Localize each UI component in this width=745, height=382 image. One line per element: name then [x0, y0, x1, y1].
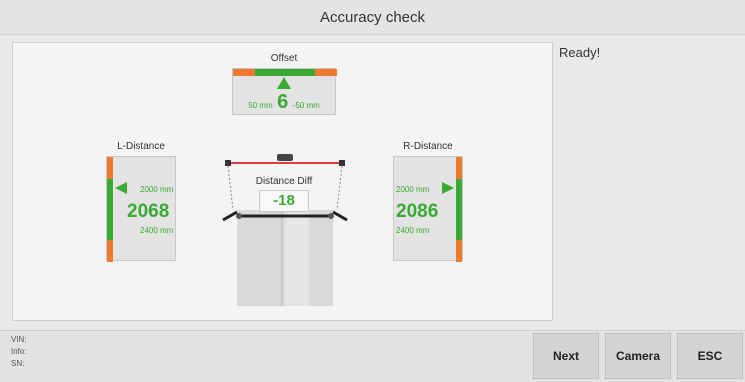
right-distance-label: R-Distance	[403, 141, 453, 152]
distance-diff-label: Distance Diff	[255, 176, 313, 187]
right-distance-max: 2400 mm	[396, 226, 430, 235]
offset-bar-left-warn	[233, 69, 255, 76]
offset-value: 6	[277, 91, 289, 113]
right-bar-bottom-warn	[456, 240, 462, 262]
right-distance-gauge: 2000 mm 2086 2400 mm	[393, 156, 463, 262]
left-distance-label: L-Distance	[117, 141, 165, 152]
status-text: Ready!	[559, 45, 601, 60]
offset-readout: 50 mm 6 -50 mm	[233, 91, 335, 114]
beam-right-end	[339, 160, 345, 166]
offset-bar-ok	[255, 69, 315, 76]
track-divider	[281, 210, 283, 306]
left-distance-min: 2000 mm	[140, 185, 174, 194]
left-notch-icon	[113, 202, 118, 216]
left-clamp	[222, 210, 238, 222]
distance-diff-value: -18	[259, 190, 309, 212]
camera-icon	[277, 154, 293, 161]
left-connector	[227, 165, 234, 211]
left-distance-gauge: 2000 mm 2068 2400 mm	[106, 156, 176, 262]
vin-label: VIN:	[11, 335, 27, 344]
right-distance-value: 2086	[396, 201, 439, 222]
right-notch-icon	[451, 202, 456, 216]
right-bar-top-warn	[456, 157, 462, 179]
right-clamp	[332, 210, 348, 222]
left-bar-top-warn	[107, 157, 113, 179]
camera-button[interactable]: Camera	[605, 333, 671, 379]
triangle-right-icon	[115, 182, 127, 194]
right-connector	[336, 165, 343, 211]
title-bar: Accuracy check	[0, 0, 745, 35]
offset-bar	[233, 69, 337, 76]
info-label: Info:	[11, 347, 27, 356]
offset-gauge: 50 mm 6 -50 mm	[232, 68, 337, 115]
right-bar-ok	[456, 179, 462, 240]
left-bar-bottom-warn	[107, 240, 113, 262]
beam-left-end	[225, 160, 231, 166]
sn-label: SN:	[11, 359, 25, 368]
right-distance-min: 2000 mm	[396, 185, 430, 194]
right-target-icon	[328, 213, 334, 219]
offset-label: Offset	[270, 53, 298, 64]
right-track	[309, 210, 333, 306]
offset-left-limit: 50 mm	[248, 101, 273, 110]
vehicle-diagram	[222, 154, 348, 306]
triangle-left-icon	[442, 182, 454, 194]
left-distance-max: 2400 mm	[140, 226, 174, 235]
left-track	[237, 210, 285, 306]
left-target-icon	[236, 213, 242, 219]
offset-right-limit: -50 mm	[292, 101, 320, 110]
next-button[interactable]: Next	[533, 333, 599, 379]
triangle-up-icon	[277, 77, 291, 89]
page-title: Accuracy check	[319, 9, 426, 26]
esc-button[interactable]: ESC	[677, 333, 743, 379]
left-distance-value: 2068	[127, 201, 170, 222]
offset-bar-right-warn	[315, 69, 337, 76]
